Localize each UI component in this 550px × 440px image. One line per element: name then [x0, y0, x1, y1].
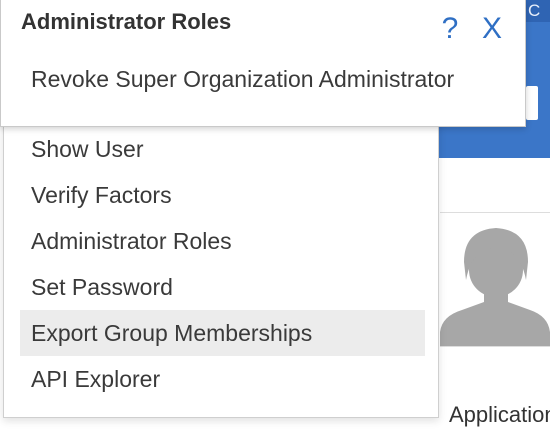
menu-item-export-group-memberships[interactable]: Export Group Memberships: [20, 310, 425, 356]
revoke-super-org-admin-option[interactable]: Revoke Super Organization Administrator: [31, 66, 454, 93]
menu-item-api-explorer[interactable]: API Explorer: [20, 356, 425, 402]
help-icon[interactable]: ?: [437, 12, 463, 46]
administrator-roles-popover: Administrator Roles ? X Revoke Super Org…: [0, 0, 526, 127]
close-icon[interactable]: X: [477, 12, 507, 46]
user-actions-menu: Show User Verify Factors Administrator R…: [3, 120, 439, 418]
menu-item-administrator-roles[interactable]: Administrator Roles: [20, 218, 425, 264]
user-placeholder-icon: [440, 214, 550, 346]
screen: C C Applications Show User Verify Factor…: [0, 0, 550, 440]
section-divider: [440, 212, 550, 213]
menu-item-set-password[interactable]: Set Password: [20, 264, 425, 310]
applications-heading: Applications: [449, 402, 550, 427]
header-text-fragment: [526, 86, 538, 120]
popover-title: Administrator Roles: [21, 9, 232, 34]
menu-item-verify-factors[interactable]: Verify Factors: [20, 172, 425, 218]
section-divider: [440, 346, 550, 347]
menu-item-show-user[interactable]: Show User: [20, 126, 425, 172]
